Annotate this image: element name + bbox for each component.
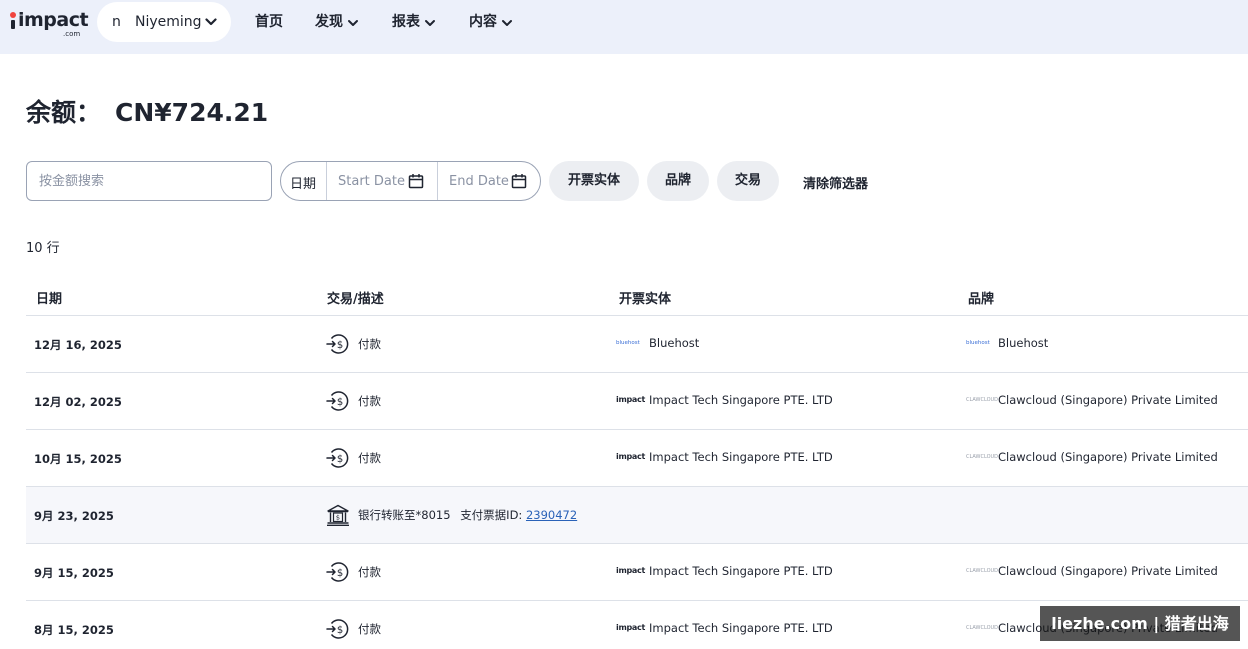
nav-item-label: 报表 <box>392 14 420 30</box>
payment-ticket-label: 支付票据ID: <box>460 508 523 522</box>
calendar-icon[interactable] <box>511 173 527 189</box>
chip-label: 品牌 <box>664 173 691 188</box>
row-description: 付款 <box>358 451 381 465</box>
clawcloud-logo: CLAWCLOUD <box>966 454 999 460</box>
bluehost-logo: bluehost <box>616 340 640 346</box>
divider <box>326 162 327 200</box>
column-header-date[interactable]: 日期 <box>36 288 62 307</box>
column-header-brand[interactable]: 品牌 <box>968 288 994 307</box>
chevron-down-icon <box>425 20 435 26</box>
row-description: 付款 <box>358 337 381 351</box>
row-date: 8月 15, 2025 <box>34 623 114 637</box>
impact-logo: impact <box>616 395 645 404</box>
date-range-label: 日期 <box>290 177 317 192</box>
nav-item-label: 内容 <box>469 14 497 30</box>
date-range-filter: 日期 Start Date End Date <box>280 161 541 201</box>
clawcloud-logo: CLAWCLOUD <box>966 625 999 631</box>
chevron-down-icon <box>348 20 358 26</box>
table-row[interactable]: 12月 16, 2025 $ 付款 bluehost Bluehost blue… <box>26 316 1248 373</box>
table-row[interactable]: 9月 23, 2025 $ 银行转账至*8015 支付票据ID: 2390472 <box>26 487 1248 544</box>
row-description: 付款 <box>358 622 381 636</box>
nav-item-home[interactable]: 首页 <box>255 12 283 34</box>
calendar-icon[interactable] <box>408 173 424 189</box>
balance-label: 余额： <box>26 98 102 127</box>
row-date: 12月 16, 2025 <box>34 338 122 352</box>
account-switcher[interactable]: n Niyeming <box>97 2 231 42</box>
table-header: 日期 交易/描述 开票实体 品牌 <box>26 278 1248 316</box>
row-description: 付款 <box>358 565 381 579</box>
account-initial: n <box>112 14 121 30</box>
row-date: 9月 23, 2025 <box>34 509 114 523</box>
row-description: 银行转账至*8015 支付票据ID: 2390472 <box>358 507 577 523</box>
row-brand: Clawcloud (Singapore) Private Limited <box>998 393 1218 407</box>
watermark: liezhe.com | 猎者出海 <box>1040 606 1240 641</box>
column-header-transaction[interactable]: 交易/描述 <box>327 288 384 307</box>
bank-icon: $ <box>327 504 349 526</box>
table-row[interactable]: 9月 15, 2025 $ 付款 impact Impact Tech Sing… <box>26 544 1248 601</box>
impact-logo: impact <box>616 452 645 461</box>
row-date: 10月 15, 2025 <box>34 452 122 466</box>
row-entity: Impact Tech Singapore PTE. LTD <box>649 393 833 407</box>
top-nav: impact .com n Niyeming 首页 发现 报表 内容 <box>0 0 1248 54</box>
row-brand: Clawcloud (Singapore) Private Limited <box>998 450 1218 464</box>
row-count: 10 行 <box>26 241 60 256</box>
svg-text:$: $ <box>337 340 343 351</box>
chip-label: 开票实体 <box>567 173 620 188</box>
svg-text:$: $ <box>337 397 343 408</box>
row-entity: Impact Tech Singapore PTE. LTD <box>649 621 833 635</box>
row-date: 12月 02, 2025 <box>34 395 122 409</box>
account-name: Niyeming <box>135 14 202 30</box>
row-description: 付款 <box>358 394 381 408</box>
balance-amount: CN¥724.21 <box>115 98 269 127</box>
row-entity: Impact Tech Singapore PTE. LTD <box>649 450 833 464</box>
logo-text: impact <box>18 9 89 31</box>
svg-text:$: $ <box>337 454 343 465</box>
nav-item-discover[interactable]: 发现 <box>315 12 361 34</box>
clawcloud-logo: CLAWCLOUD <box>966 568 999 574</box>
payment-icon: $ <box>326 334 349 354</box>
bank-transfer-text: 银行转账至*8015 <box>358 508 451 522</box>
bluehost-logo: bluehost <box>966 340 990 346</box>
balance-heading: 余额： CN¥724.21 <box>26 98 268 128</box>
impact-logo[interactable]: impact .com <box>9 9 89 38</box>
chevron-down-icon <box>502 20 512 26</box>
start-date-field[interactable]: Start Date <box>338 174 405 189</box>
clear-filters-button[interactable]: 清除筛选器 <box>803 173 868 192</box>
logo-suffix: .com <box>63 30 81 38</box>
filter-chip-transaction[interactable]: 交易 <box>717 161 779 201</box>
payment-icon: $ <box>326 391 349 411</box>
nav-item-label: 发现 <box>315 14 343 30</box>
payment-icon: $ <box>326 619 349 639</box>
payment-icon: $ <box>326 562 349 582</box>
svg-text:$: $ <box>337 625 343 636</box>
impact-logo: impact <box>616 566 645 575</box>
impact-logo: impact <box>616 623 645 632</box>
row-entity: Bluehost <box>649 336 700 350</box>
chip-label: 交易 <box>734 173 761 188</box>
payment-icon: $ <box>326 448 349 468</box>
payment-ticket-link[interactable]: 2390472 <box>526 508 577 522</box>
divider <box>437 162 438 200</box>
column-header-entity[interactable]: 开票实体 <box>619 288 671 307</box>
nav-item-reports[interactable]: 报表 <box>392 12 438 34</box>
logo-dot <box>10 12 16 18</box>
nav-item-content[interactable]: 内容 <box>469 12 515 34</box>
table-row[interactable]: 10月 15, 2025 $ 付款 impact Impact Tech Sin… <box>26 430 1248 487</box>
logo-stem <box>11 20 15 29</box>
clawcloud-logo: CLAWCLOUD <box>966 397 999 403</box>
end-date-field[interactable]: End Date <box>449 174 509 189</box>
row-brand: Bluehost <box>998 336 1049 350</box>
amount-search-input[interactable] <box>26 161 272 201</box>
row-brand: Clawcloud (Singapore) Private Limited <box>998 564 1218 578</box>
table-row[interactable]: 12月 02, 2025 $ 付款 impact Impact Tech Sin… <box>26 373 1248 430</box>
svg-text:$: $ <box>337 568 343 579</box>
filter-chip-brand[interactable]: 品牌 <box>647 161 709 201</box>
chevron-down-icon <box>205 18 217 26</box>
nav-item-label: 首页 <box>255 14 283 30</box>
filter-chip-invoicing-entity[interactable]: 开票实体 <box>549 161 639 201</box>
row-entity: Impact Tech Singapore PTE. LTD <box>649 564 833 578</box>
row-date: 9月 15, 2025 <box>34 566 114 580</box>
svg-text:$: $ <box>336 514 340 522</box>
